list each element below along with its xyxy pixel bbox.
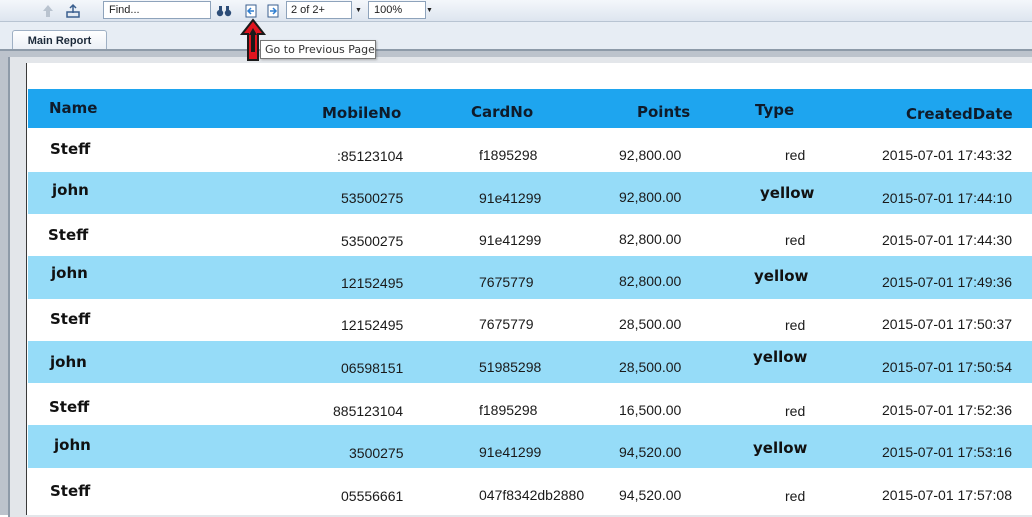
cell-type: yellow [753, 439, 808, 457]
cell-points: 82,800.00 [619, 231, 682, 247]
cell-created: 2015-07-01 17:53:16 [882, 444, 1012, 460]
cell-name: Steff [50, 140, 91, 158]
cell-mobile: 05556661 [341, 488, 404, 504]
cell-created: 2015-07-01 17:44:10 [882, 190, 1012, 206]
find-button[interactable] [214, 1, 234, 20]
cell-points: 94,520.00 [619, 444, 682, 460]
cell-type: red [785, 147, 806, 163]
cell-points: 92,800.00 [619, 147, 682, 163]
export-button[interactable] [63, 1, 83, 20]
cell-points: 94,520.00 [619, 487, 682, 503]
cell-created: 2015-07-01 17:50:37 [882, 316, 1012, 332]
zoom-dropdown-icon[interactable]: ▼ [424, 1, 435, 19]
cell-created: 2015-07-01 17:57:08 [882, 487, 1012, 503]
cell-name: john [50, 353, 87, 371]
tab-main-report[interactable]: Main Report [12, 30, 107, 51]
cell-type: red [785, 488, 806, 504]
cell-type: yellow [760, 184, 815, 202]
find-input[interactable]: Find... [103, 1, 211, 19]
table-row: Steff 885123104 f1895298 16,500.00 red 2… [28, 383, 1032, 425]
table-row: john 53500275 91e41299 92,800.00 yellow … [28, 172, 1032, 214]
cell-card: 51985298 [479, 359, 542, 375]
cell-type: red [785, 317, 806, 333]
next-page-icon [267, 4, 279, 17]
header-mobile: MobileNo [322, 104, 402, 122]
cell-card: f1895298 [479, 147, 538, 163]
cell-points: 16,500.00 [619, 402, 682, 418]
cell-name: john [52, 181, 89, 199]
page-dropdown-icon[interactable]: ▼ [353, 1, 364, 19]
cell-card: 91e41299 [479, 232, 542, 248]
cell-mobile: 53500275 [341, 233, 404, 249]
cell-created: 2015-07-01 17:43:32 [882, 147, 1012, 163]
header-created-date: CreatedDate [906, 105, 1013, 123]
cell-card: f1895298 [479, 402, 538, 418]
cell-points: 92,800.00 [619, 189, 682, 205]
cell-mobile: 885123104 [333, 403, 404, 419]
binoculars-icon [216, 5, 232, 16]
header-card: CardNo [471, 103, 534, 121]
cell-name: Steff [48, 226, 89, 244]
cell-card: 91e41299 [479, 444, 542, 460]
cell-points: 28,500.00 [619, 316, 682, 332]
tab-strip: Main Report [0, 22, 1032, 51]
cell-card: 7675779 [479, 274, 534, 290]
up-arrow-icon [43, 4, 53, 17]
table-row: john 3500275 91e41299 94,520.00 yellow 2… [28, 425, 1032, 468]
cell-points: 82,800.00 [619, 273, 682, 289]
table-row: Steff 53500275 91e41299 82,800.00 red 20… [28, 214, 1032, 256]
cell-created: 2015-07-01 17:49:36 [882, 274, 1012, 290]
cell-created: 2015-07-01 17:50:54 [882, 359, 1012, 375]
report-toolbar: Find... 2 of 2+ ▼ 100% ▼ [0, 0, 1032, 22]
cell-mobile: :85123104 [337, 148, 404, 164]
previous-page-icon [245, 4, 257, 17]
cell-mobile: 3500275 [349, 445, 404, 461]
table-row: Steff :85123104 f1895298 92,800.00 red 2… [28, 128, 1032, 172]
cell-name: Steff [50, 482, 91, 500]
cell-card: 7675779 [479, 316, 534, 332]
header-name: Name [49, 99, 98, 117]
go-to-parent-button[interactable] [38, 1, 58, 20]
cell-type: yellow [753, 348, 808, 366]
cell-created: 2015-07-01 17:52:36 [882, 402, 1012, 418]
header-type: Type [755, 101, 795, 119]
table-row: john 06598151 51985298 28,500.00 yellow … [28, 341, 1032, 383]
cell-name: Steff [49, 398, 90, 416]
cell-name: Steff [50, 310, 91, 328]
table-row: Steff 12152495 7675779 28,500.00 red 201… [28, 299, 1032, 341]
cell-name: john [54, 436, 91, 454]
cell-card: 047f8342db2880 [479, 487, 585, 503]
cell-type: red [785, 232, 806, 248]
cell-mobile: 12152495 [341, 317, 404, 333]
previous-page-tooltip: Go to Previous Page [260, 40, 376, 59]
table-row: john 12152495 7675779 82,800.00 yellow 2… [28, 256, 1032, 299]
cell-card: 91e41299 [479, 190, 542, 206]
cell-mobile: 12152495 [341, 275, 404, 291]
cell-points: 28,500.00 [619, 359, 682, 375]
zoom-select[interactable]: 100% [368, 1, 426, 19]
cell-mobile: 53500275 [341, 190, 404, 206]
cell-created: 2015-07-01 17:44:30 [882, 232, 1012, 248]
cell-name: john [51, 264, 88, 282]
header-points: Points [637, 103, 691, 121]
table-row: Steff 05556661 047f8342db2880 94,520.00 … [28, 468, 1032, 515]
table-header: Name MobileNo CardNo Points Type Created… [28, 89, 1032, 128]
cell-type: red [785, 403, 806, 419]
cell-mobile: 06598151 [341, 360, 404, 376]
cell-type: yellow [754, 267, 809, 285]
page-number-select[interactable]: 2 of 2+ [286, 1, 352, 19]
export-icon [66, 3, 80, 18]
